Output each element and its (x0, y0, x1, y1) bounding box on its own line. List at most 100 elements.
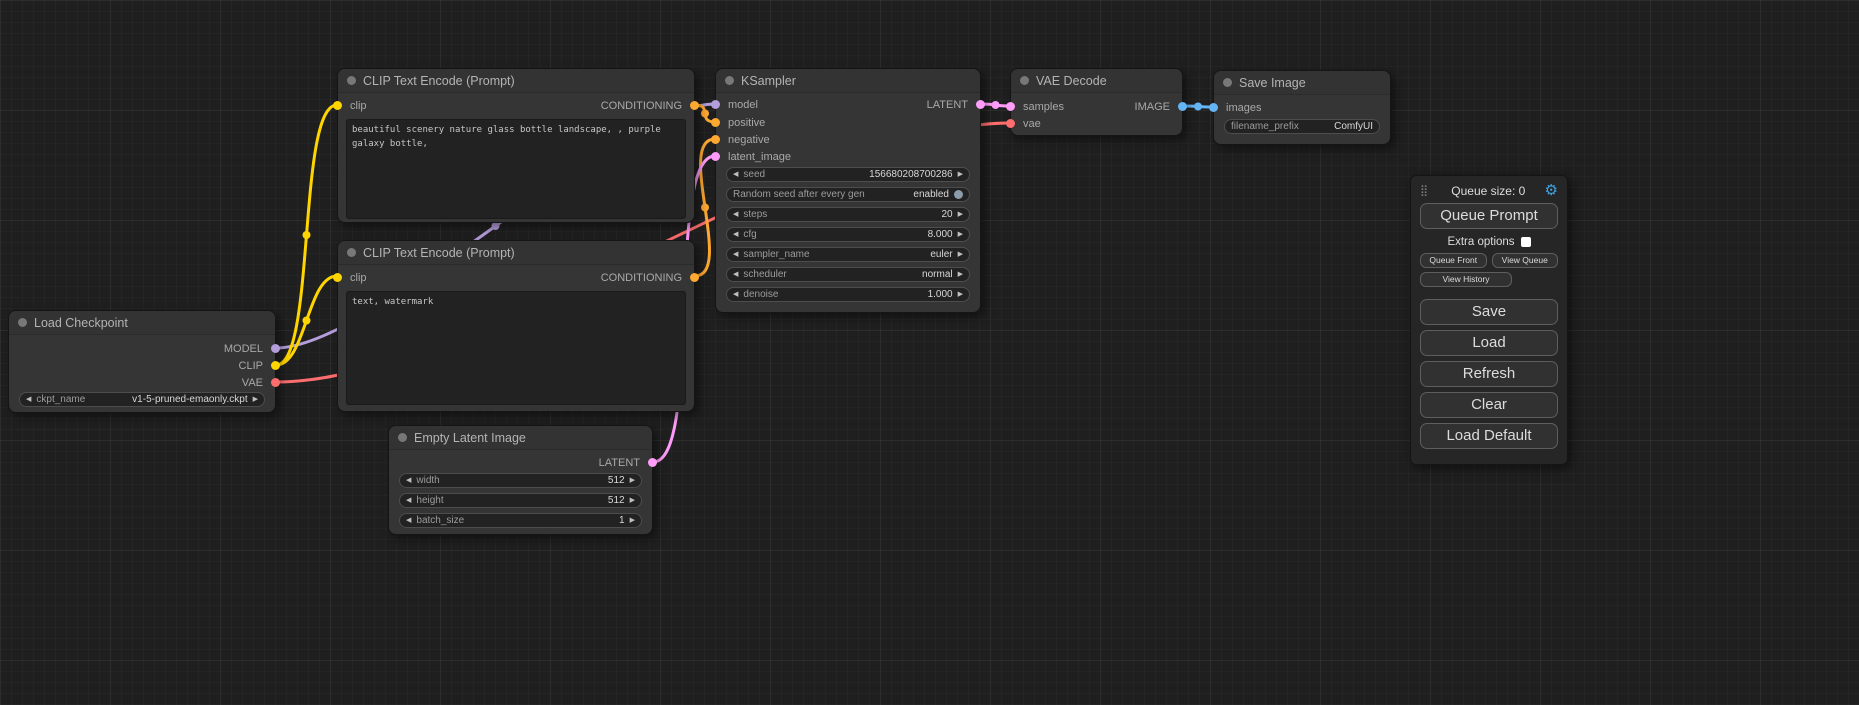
node-title[interactable]: Save Image (1214, 71, 1390, 95)
widget-cfg[interactable]: ◀ cfg 8.000 ▶ (726, 227, 970, 242)
link-midpoint-dot[interactable] (992, 101, 1000, 109)
prompt-textarea[interactable]: text, watermark (346, 291, 686, 405)
negative-input-port[interactable] (711, 135, 720, 144)
vae-output-port[interactable] (271, 378, 280, 387)
decrement-arrow-icon[interactable]: ◀ (733, 251, 738, 258)
collapse-dot-icon[interactable] (725, 76, 734, 85)
node-title[interactable]: CLIP Text Encode (Prompt) (338, 241, 694, 265)
widget-scheduler[interactable]: ◀ scheduler normal ▶ (726, 267, 970, 282)
queue-prompt-button[interactable]: Queue Prompt (1420, 203, 1558, 229)
node-title[interactable]: VAE Decode (1011, 69, 1182, 93)
node-ksampler[interactable]: KSampler model LATENT positive negative … (715, 68, 981, 313)
clear-button[interactable]: Clear (1420, 392, 1558, 418)
widget-width[interactable]: ◀ width 512 ▶ (399, 473, 642, 488)
increment-arrow-icon[interactable]: ▶ (630, 517, 635, 524)
widget-name: batch_size (416, 515, 464, 526)
widget-name: scheduler (743, 269, 786, 280)
collapse-dot-icon[interactable] (347, 248, 356, 257)
widget-sampler-name[interactable]: ◀ sampler_name euler ▶ (726, 247, 970, 262)
increment-arrow-icon[interactable]: ▶ (958, 291, 963, 298)
widget-value: ComfyUI (1334, 121, 1373, 132)
node-save-image[interactable]: Save Image images filename_prefix ComfyU… (1213, 70, 1391, 145)
load-default-button[interactable]: Load Default (1420, 423, 1558, 449)
widget-batch-size[interactable]: ◀ batch_size 1 ▶ (399, 513, 642, 528)
latent-output-port[interactable] (648, 458, 657, 467)
widget-ckpt-name[interactable]: ◀ ckpt_name v1-5-pruned-emaonly.ckpt ▶ (19, 392, 265, 407)
node-title[interactable]: CLIP Text Encode (Prompt) (338, 69, 694, 93)
output-label: CONDITIONING (601, 272, 682, 284)
node-title-label: Load Checkpoint (34, 316, 128, 330)
decrement-arrow-icon[interactable]: ◀ (406, 477, 411, 484)
increment-arrow-icon[interactable]: ▶ (958, 251, 963, 258)
samples-input-port[interactable] (1006, 102, 1015, 111)
image-output-port[interactable] (1178, 102, 1187, 111)
decrement-arrow-icon[interactable]: ◀ (406, 517, 411, 524)
link-midpoint-dot[interactable] (1194, 103, 1202, 111)
increment-arrow-icon[interactable]: ▶ (253, 396, 258, 403)
increment-arrow-icon[interactable]: ▶ (958, 211, 963, 218)
settings-gear-icon[interactable]: ⚙ (1545, 183, 1558, 198)
widget-steps[interactable]: ◀ steps 20 ▶ (726, 207, 970, 222)
latent-image-input-port[interactable] (711, 152, 720, 161)
link-midpoint-dot[interactable] (701, 110, 709, 118)
conditioning-output-port[interactable] (690, 273, 699, 282)
widget-denoise[interactable]: ◀ denoise 1.000 ▶ (726, 287, 970, 302)
decrement-arrow-icon[interactable]: ◀ (733, 271, 738, 278)
view-history-button[interactable]: View History (1420, 272, 1512, 287)
link-midpoint-dot[interactable] (701, 204, 709, 212)
prompt-textarea[interactable]: beautiful scenery nature glass bottle la… (346, 119, 686, 219)
link-midpoint-dot[interactable] (303, 317, 311, 325)
view-queue-button[interactable]: View Queue (1492, 253, 1559, 268)
node-clip-text-encode-negative[interactable]: CLIP Text Encode (Prompt) clip CONDITION… (337, 240, 695, 412)
node-title[interactable]: Load Checkpoint (9, 311, 275, 335)
link-midpoint-dot[interactable] (303, 231, 311, 239)
increment-arrow-icon[interactable]: ▶ (630, 497, 635, 504)
vae-input-port[interactable] (1006, 119, 1015, 128)
toggle-dot-icon[interactable] (954, 190, 963, 199)
refresh-button[interactable]: Refresh (1420, 361, 1558, 387)
positive-input-port[interactable] (711, 118, 720, 127)
model-input-port[interactable] (711, 100, 720, 109)
collapse-dot-icon[interactable] (18, 318, 27, 327)
slot-row: samples IMAGE (1011, 99, 1182, 115)
clip-input-port[interactable] (333, 273, 342, 282)
node-graph-canvas[interactable]: { "icons": { "arrow_left": "◀", "arrow_r… (0, 0, 1859, 705)
latent-output-port[interactable] (976, 100, 985, 109)
conditioning-output-port[interactable] (690, 101, 699, 110)
widget-name: ckpt_name (36, 394, 85, 405)
collapse-dot-icon[interactable] (1020, 76, 1029, 85)
increment-arrow-icon[interactable]: ▶ (958, 271, 963, 278)
node-empty-latent-image[interactable]: Empty Latent Image LATENT ◀ width 512 ▶ … (388, 425, 653, 535)
clip-input-port[interactable] (333, 101, 342, 110)
collapse-dot-icon[interactable] (1223, 78, 1232, 87)
decrement-arrow-icon[interactable]: ◀ (733, 231, 738, 238)
queue-front-button[interactable]: Queue Front (1420, 253, 1487, 268)
load-button[interactable]: Load (1420, 330, 1558, 356)
node-title[interactable]: KSampler (716, 69, 980, 93)
decrement-arrow-icon[interactable]: ◀ (406, 497, 411, 504)
widget-seed[interactable]: ◀ seed 156680208700286 ▶ (726, 167, 970, 182)
decrement-arrow-icon[interactable]: ◀ (733, 171, 738, 178)
node-clip-text-encode-positive[interactable]: CLIP Text Encode (Prompt) clip CONDITION… (337, 68, 695, 223)
drag-handle-icon[interactable]: ⣿ (1420, 184, 1428, 197)
images-input-port[interactable] (1209, 103, 1218, 112)
widget-random-seed-toggle[interactable]: Random seed after every gen enabled (726, 187, 970, 202)
save-button[interactable]: Save (1420, 299, 1558, 325)
node-title[interactable]: Empty Latent Image (389, 426, 652, 450)
decrement-arrow-icon[interactable]: ◀ (26, 396, 31, 403)
node-load-checkpoint[interactable]: Load Checkpoint MODEL CLIP VAE ◀ ckpt_na… (8, 310, 276, 413)
increment-arrow-icon[interactable]: ▶ (630, 477, 635, 484)
link-midpoint-dot[interactable] (491, 222, 499, 230)
collapse-dot-icon[interactable] (398, 433, 407, 442)
model-output-port[interactable] (271, 344, 280, 353)
increment-arrow-icon[interactable]: ▶ (958, 231, 963, 238)
decrement-arrow-icon[interactable]: ◀ (733, 291, 738, 298)
widget-filename-prefix[interactable]: filename_prefix ComfyUI (1224, 119, 1380, 134)
widget-height[interactable]: ◀ height 512 ▶ (399, 493, 642, 508)
extra-options-checkbox[interactable] (1521, 237, 1531, 247)
collapse-dot-icon[interactable] (347, 76, 356, 85)
decrement-arrow-icon[interactable]: ◀ (733, 211, 738, 218)
increment-arrow-icon[interactable]: ▶ (958, 171, 963, 178)
clip-output-port[interactable] (271, 361, 280, 370)
node-vae-decode[interactable]: VAE Decode samples IMAGE vae (1010, 68, 1183, 136)
